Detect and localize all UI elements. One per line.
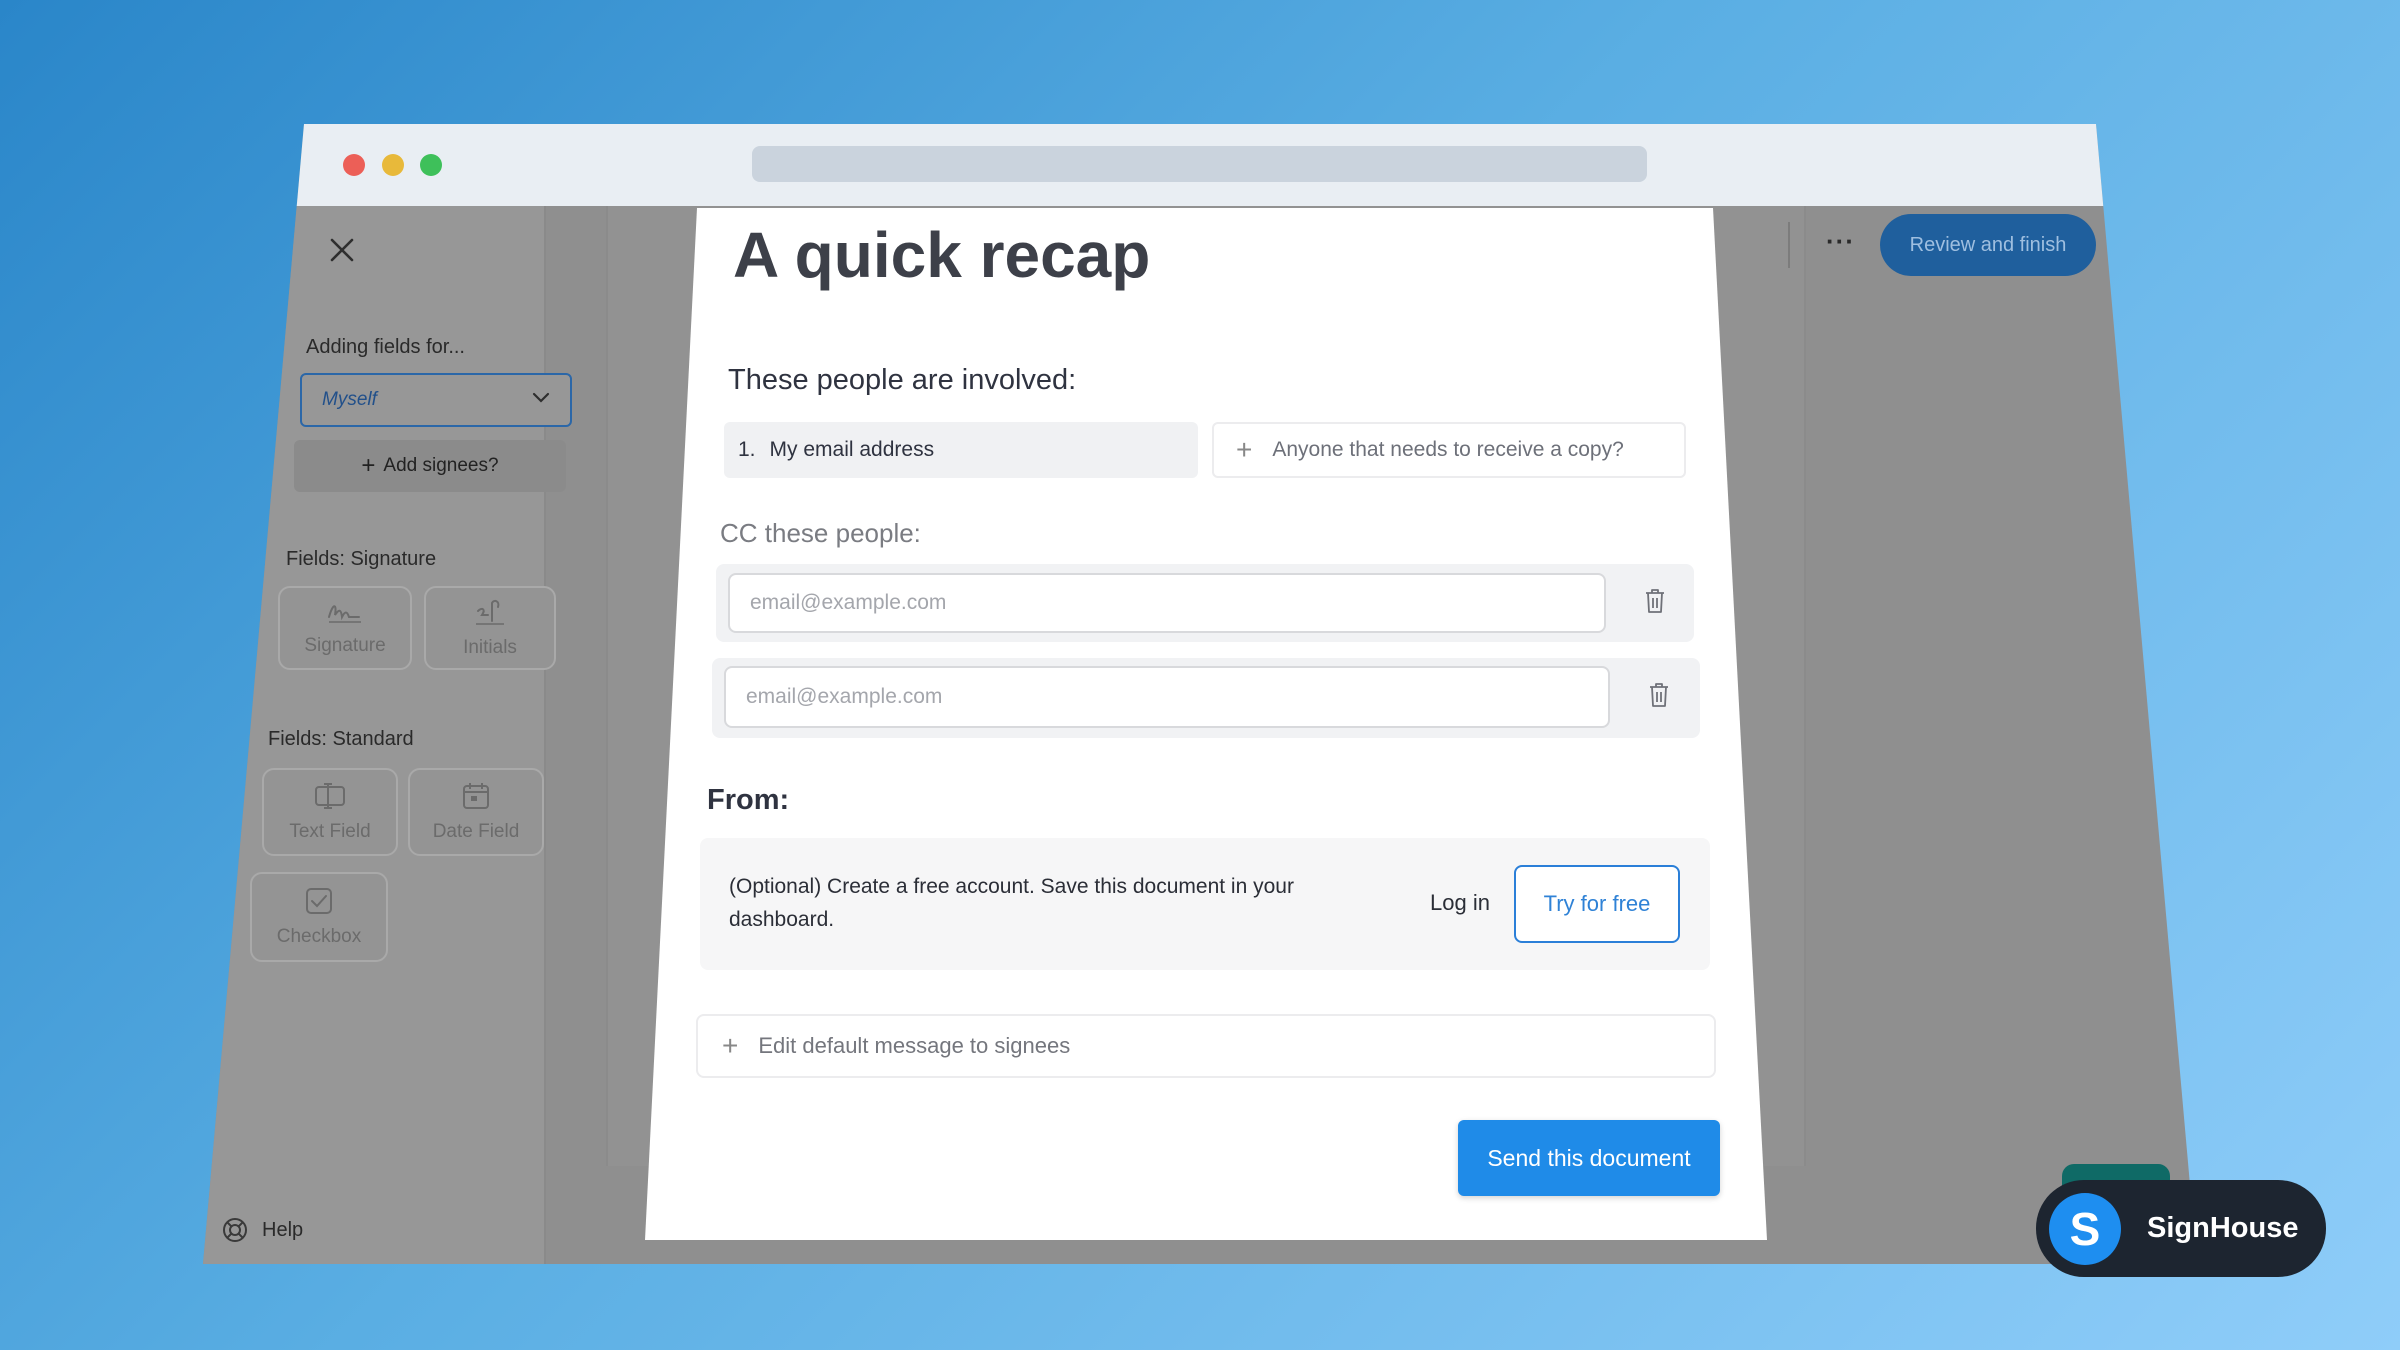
delete-cc-button[interactable] xyxy=(1640,584,1670,618)
add-copy-recipient-button[interactable]: + Anyone that needs to receive a copy? xyxy=(1212,422,1686,478)
plus-icon: + xyxy=(1236,434,1253,465)
cc-heading: CC these people: xyxy=(720,518,921,548)
plus-icon: + xyxy=(722,1030,739,1061)
signature-field-tile[interactable]: Signature xyxy=(278,586,412,670)
add-signees-label: Add signees? xyxy=(383,455,499,476)
text-field-tile[interactable]: Text Field xyxy=(262,768,398,856)
signer-select-value: Myself xyxy=(322,389,377,410)
trash-icon xyxy=(1650,683,1668,707)
delete-cc-button[interactable] xyxy=(1644,678,1674,712)
initials-icon xyxy=(476,599,504,625)
modal-title: A quick recap xyxy=(733,219,1151,291)
cc-email-placeholder: email@example.com xyxy=(750,591,947,614)
signer-select[interactable]: Myself xyxy=(300,373,572,427)
text-field-icon xyxy=(315,783,345,809)
cc-email-input[interactable]: email@example.com xyxy=(724,666,1610,728)
signature-icon xyxy=(328,605,361,623)
initials-field-label: Initials xyxy=(463,637,517,658)
text-field-label: Text Field xyxy=(289,821,371,842)
brand-logo: S xyxy=(2049,1192,2121,1265)
date-field-tile[interactable]: Date Field xyxy=(408,768,544,856)
address-bar[interactable] xyxy=(752,146,1647,182)
help-link[interactable]: Help xyxy=(222,1217,303,1243)
cc-email-placeholder: email@example.com xyxy=(746,685,943,708)
calendar-icon xyxy=(463,783,489,809)
signee-item: 1. My email address xyxy=(724,422,1198,478)
more-options-icon[interactable]: ··· xyxy=(1826,226,1855,257)
close-icon[interactable] xyxy=(326,234,358,266)
date-field-label: Date Field xyxy=(432,821,520,842)
add-copy-label: Anyone that needs to receive a copy? xyxy=(1272,438,1624,461)
brand-badge: S SignHouse xyxy=(2036,1180,2326,1277)
signee-label: My email address xyxy=(769,438,935,461)
adding-fields-label: Adding fields for... xyxy=(306,336,465,358)
edit-message-button[interactable]: + Edit default message to signees xyxy=(696,1014,1716,1078)
trash-icon xyxy=(1646,589,1664,613)
checkbox-field-label: Checkbox xyxy=(276,926,362,947)
standard-section-title: Fields: Standard xyxy=(268,728,414,750)
review-and-finish-button[interactable]: Review and finish xyxy=(1880,214,2096,276)
plus-icon: + xyxy=(361,452,376,479)
help-label: Help xyxy=(262,1218,304,1241)
toolbar-divider xyxy=(1788,222,1790,268)
cc-email-input[interactable]: email@example.com xyxy=(728,573,1606,633)
add-signees-button[interactable]: + Add signees? xyxy=(294,440,566,492)
checkbox-field-tile[interactable]: Checkbox xyxy=(250,872,388,962)
lifebuoy-icon xyxy=(223,1218,247,1242)
account-prompt-text: (Optional) Create a free account. Save t… xyxy=(729,875,1294,931)
initials-field-tile[interactable]: Initials xyxy=(424,586,556,670)
log-in-link[interactable]: Log in xyxy=(1430,890,1490,916)
chevron-down-icon xyxy=(532,391,550,409)
minimize-window-dot[interactable] xyxy=(382,154,404,176)
try-for-free-button[interactable]: Try for free xyxy=(1514,865,1680,943)
close-window-dot[interactable] xyxy=(343,154,365,176)
people-heading: These people are involved: xyxy=(728,364,1077,396)
send-document-button[interactable]: Send this document xyxy=(1458,1120,1720,1196)
from-heading: From: xyxy=(707,784,790,816)
brand-name: SignHouse xyxy=(2147,1212,2299,1244)
maximize-window-dot[interactable] xyxy=(420,154,442,176)
signature-field-label: Signature xyxy=(304,635,386,656)
edit-message-label: Edit default message to signees xyxy=(758,1033,1071,1058)
signee-number: 1. xyxy=(738,438,756,461)
checkbox-icon xyxy=(306,888,332,914)
signature-section-title: Fields: Signature xyxy=(286,548,437,570)
